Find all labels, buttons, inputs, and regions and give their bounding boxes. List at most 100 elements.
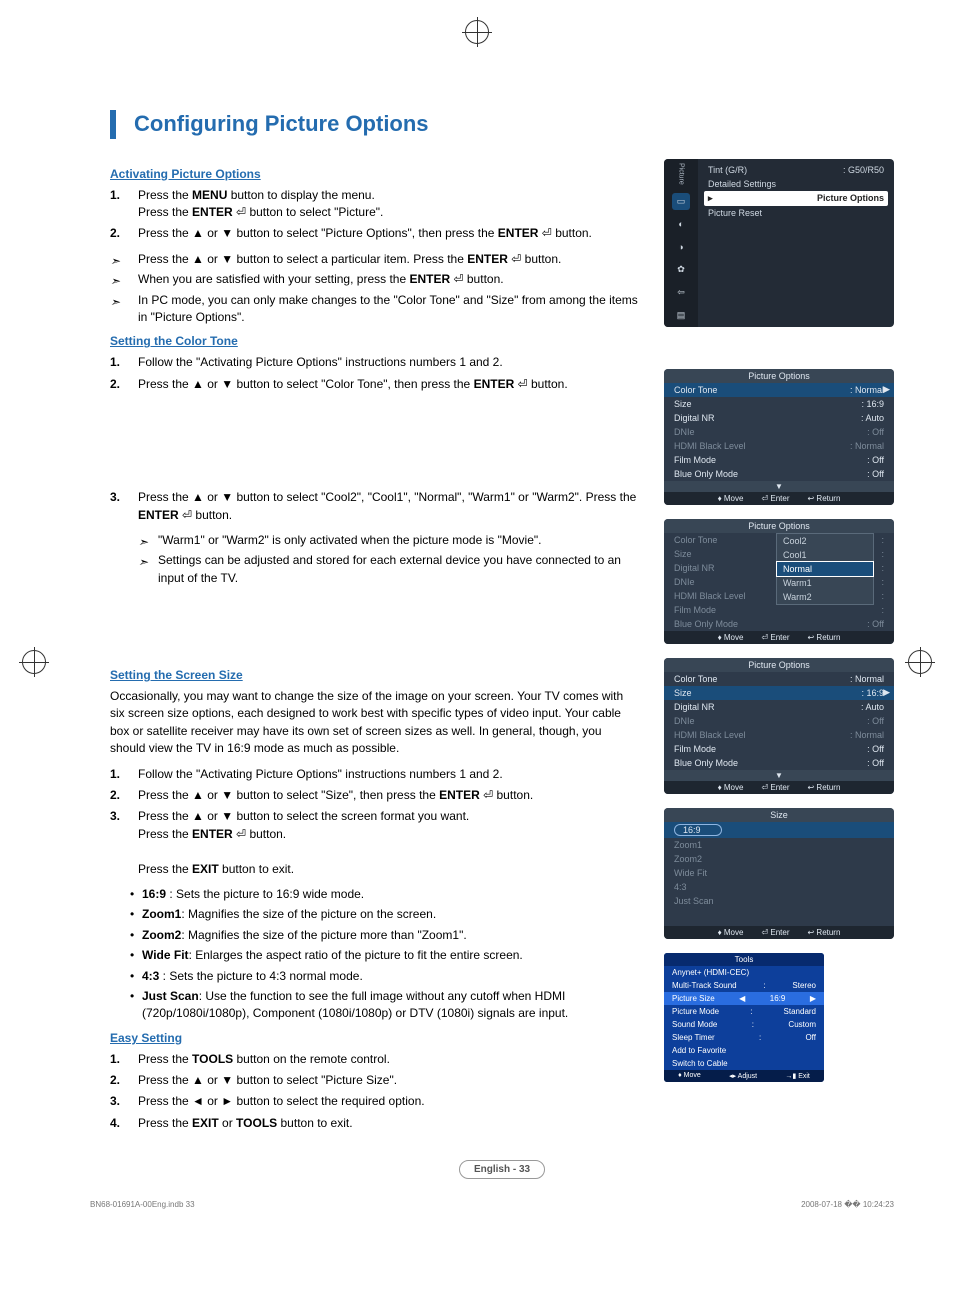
- arrow-right-icon: ▶: [883, 384, 890, 395]
- option-value: : Normal: [850, 674, 884, 684]
- text: button to display the menu.: [227, 188, 374, 202]
- size-option: Just Scan: [142, 989, 199, 1003]
- option-label: HDMI Black Level: [674, 591, 746, 601]
- osd-column: Picture ▭ ◐ ◑ ✿ ⇦ ▤ Tint (G/R): G50/R50 …: [664, 159, 894, 1141]
- tools-item-label: Add to Favorite: [672, 1046, 726, 1055]
- size-item: Zoom1: [674, 840, 702, 850]
- paragraph: Occasionally, you may want to change the…: [110, 688, 640, 758]
- tools-item-value: Custom: [788, 1020, 816, 1029]
- picture-options-panel-dropdown: Picture Options Color Tone: Size: Digita…: [664, 519, 894, 644]
- size-option: Zoom1: [142, 907, 181, 921]
- panel-title: Tools: [664, 953, 824, 966]
- text: button.: [192, 508, 232, 522]
- option-value: : Off: [867, 427, 884, 437]
- foot-return: ↩ Return: [807, 783, 840, 792]
- picture-options-panel-1: Picture Options Color Tone: Normal▶ Size…: [664, 369, 894, 505]
- text: Press the ◄ or ► button to select the re…: [138, 1094, 425, 1108]
- tools-item-value: Off: [805, 1033, 816, 1042]
- enter-btn-label: ENTER: [138, 508, 179, 522]
- option-value: : Off: [867, 716, 884, 726]
- foot-enter: ⏎ Enter: [761, 783, 789, 792]
- option-value: : 16:9: [861, 688, 884, 698]
- tools-btn-label: TOOLS: [236, 1116, 277, 1130]
- text: button.: [464, 272, 504, 286]
- dropdown-item: Cool2: [777, 534, 873, 548]
- exit-btn-label: EXIT: [192, 1116, 219, 1130]
- main-column: Activating Picture Options 1. Press the …: [110, 159, 640, 1141]
- note-bullet-icon: ➣: [110, 253, 120, 270]
- enter-icon: ⏎: [483, 788, 493, 802]
- enter-btn-label: ENTER: [439, 788, 480, 802]
- menu-btn-label: MENU: [192, 188, 227, 202]
- tools-item-label: Picture Size: [672, 994, 715, 1003]
- text: Press the ▲ or ▼ button to select "Cool2…: [138, 490, 636, 504]
- dropdown-item: Cool1: [777, 548, 873, 562]
- size-panel: Size 16:9 Zoom1 Zoom2 Wide Fit 4:3 Just …: [664, 808, 894, 939]
- footer-file: BN68-01691A-00Eng.indb 33: [90, 1200, 195, 1209]
- text: button to exit.: [219, 862, 294, 876]
- option-label: Size: [674, 688, 692, 698]
- text: button to exit.: [277, 1116, 352, 1130]
- foot-enter: ⏎ Enter: [761, 633, 789, 642]
- picture-options-panel-size: Picture Options Color Tone: Normal Size:…: [664, 658, 894, 794]
- foot-return: ↩ Return: [807, 494, 840, 503]
- menu-item-label: Picture Reset: [708, 208, 762, 218]
- enter-icon: ⏎: [182, 508, 192, 522]
- text: : Use the function to see the full image…: [142, 989, 568, 1020]
- foot-move: ♦ Move: [678, 1072, 701, 1080]
- size-option: Wide Fit: [142, 948, 189, 962]
- channel-tab-icon: ◑: [672, 239, 690, 256]
- input-tab-icon: ⇦: [672, 284, 690, 301]
- option-value: : Normal: [850, 385, 884, 395]
- option-value: : Off: [867, 455, 884, 465]
- menu-item-label: Tint (G/R): [708, 165, 747, 175]
- tools-item-label: Sleep Timer: [672, 1033, 715, 1042]
- text: Press the: [138, 188, 192, 202]
- option-value: : Normal: [850, 441, 884, 451]
- section-heading: Easy Setting: [110, 1031, 640, 1045]
- text: button.: [528, 377, 568, 391]
- text: Press the ▲ or ▼ button to select the sc…: [138, 809, 469, 823]
- text: Press the ▲ or ▼ button to select "Size"…: [138, 788, 439, 802]
- panel-title: Picture Options: [664, 369, 894, 383]
- option-value: : Off: [867, 469, 884, 479]
- text: Settings can be adjusted and stored for …: [158, 553, 621, 584]
- tools-item-value: 16:9: [770, 994, 786, 1003]
- option-label: Size: [674, 399, 692, 409]
- enter-icon: ⏎: [453, 272, 463, 286]
- text: Press the: [138, 862, 192, 876]
- color-tone-dropdown: Cool2 Cool1 Normal Warm1 Warm2: [776, 533, 874, 605]
- foot-enter: ⏎ Enter: [761, 494, 789, 503]
- menu-item-label: Detailed Settings: [708, 179, 776, 189]
- enter-btn-label: ENTER: [192, 827, 233, 841]
- enter-btn-label: ENTER: [498, 226, 539, 240]
- exit-btn-label: EXIT: [192, 862, 219, 876]
- tools-item-label: Sound Mode: [672, 1020, 717, 1029]
- note-bullet-icon: ➣: [138, 534, 148, 551]
- option-value: : 16:9: [861, 399, 884, 409]
- dropdown-item: Warm2: [777, 590, 873, 604]
- size-item: Just Scan: [674, 896, 714, 906]
- option-label: DNIe: [674, 427, 695, 437]
- enter-icon: ⏎: [518, 377, 528, 391]
- option-label: Digital NR: [674, 563, 715, 573]
- picture-tab-icon: ▭: [672, 193, 690, 210]
- option-label: Color Tone: [674, 535, 717, 545]
- menu-item-label: Picture Options: [817, 193, 884, 204]
- option-label: Film Mode: [674, 605, 716, 615]
- foot-move: ♦ Move: [718, 928, 744, 937]
- tools-item-label: Switch to Cable: [672, 1059, 728, 1068]
- footer-date: 2008-07-18 �� 10:24:23: [801, 1200, 894, 1209]
- size-option: Zoom2: [142, 928, 181, 942]
- size-item: Wide Fit: [674, 868, 707, 878]
- text: or: [219, 1116, 236, 1130]
- enter-btn-label: ENTER: [192, 205, 233, 219]
- tools-item-value: Stereo: [792, 981, 816, 990]
- option-value: : Off: [867, 619, 884, 629]
- text: : Magnifies the size of the picture more…: [181, 928, 466, 942]
- size-option: 4:3: [142, 969, 159, 983]
- enter-icon: ⏎: [236, 827, 246, 841]
- dropdown-item-selected: Normal: [776, 561, 874, 577]
- enter-btn-label: ENTER: [409, 272, 450, 286]
- option-label: Digital NR: [674, 413, 715, 423]
